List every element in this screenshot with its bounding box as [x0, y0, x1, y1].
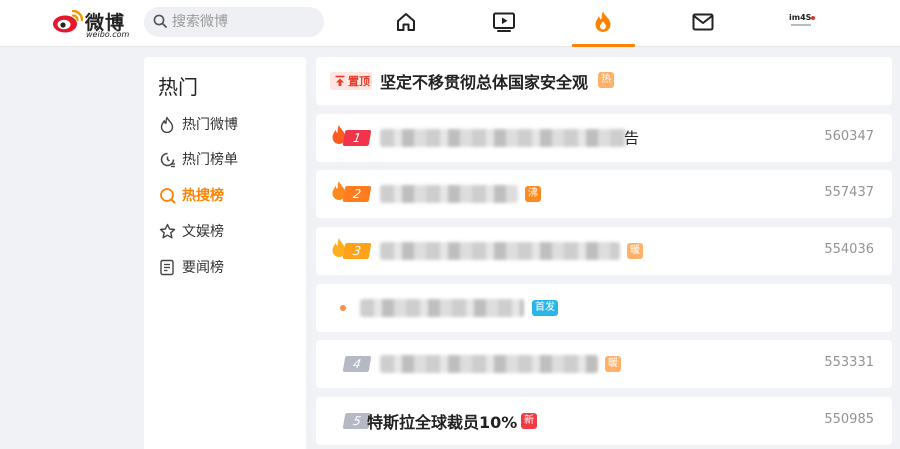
topic-title: 告 — [624, 129, 640, 147]
search-count: 557437 — [824, 185, 874, 200]
boiling-badge: 沸 — [525, 186, 541, 202]
hot-badge: 热 — [598, 72, 614, 88]
search-count: 553331 — [824, 355, 874, 370]
sidebar-item-label: 文娱榜 — [182, 224, 224, 240]
sidebar-item-label: 热门榜单 — [182, 152, 238, 168]
first-release-badge: 首发 — [532, 300, 558, 316]
rank-label: 3 — [330, 238, 372, 260]
user-avatar[interactable]: im4S — [789, 13, 815, 29]
bullet-dot — [340, 305, 346, 311]
sidebar-item-hot-list[interactable]: 热门榜单 — [158, 147, 298, 171]
flame-outline-icon — [158, 115, 176, 133]
topic-title: 坚定不移贯彻总体国家安全观 — [380, 73, 589, 92]
blurred-title — [380, 242, 620, 260]
active-tab-indicator — [572, 44, 635, 47]
search-count: 560347 — [824, 129, 874, 144]
rank-number: 1 — [342, 130, 372, 146]
weibo-eye-icon — [53, 9, 84, 33]
news-icon — [158, 258, 176, 276]
search-count: 554036 — [824, 242, 874, 257]
warm-badge: 暖 — [605, 356, 621, 372]
search-circle-icon — [158, 186, 176, 204]
weibo-logo[interactable]: 微博 weibo.com — [52, 7, 134, 39]
sidebar-item-label: 要闻榜 — [182, 260, 224, 276]
nav-hot-flame-icon[interactable] — [590, 9, 616, 35]
search-icon — [153, 14, 167, 28]
avatar-dot — [811, 16, 815, 20]
rank-label: 4 — [330, 355, 372, 373]
nav-video-icon[interactable] — [491, 9, 517, 35]
hot-topic-row[interactable]: 4 暖 553331 — [316, 340, 892, 388]
clock-list-icon — [158, 150, 176, 168]
search-input[interactable] — [172, 12, 317, 32]
brand-domain: weibo.com — [86, 30, 130, 39]
sidebar: 热门 热门微博 热门榜单 热搜榜 文娱榜 要闻榜 — [144, 57, 306, 449]
top-navigation-bar: 微博 weibo.com im4S — [0, 0, 900, 47]
blurred-title — [380, 129, 628, 147]
nav-mail-icon[interactable] — [690, 9, 716, 35]
hot-topic-row[interactable]: 2 沸 557437 — [316, 170, 892, 218]
sidebar-item-hot-weibo[interactable]: 热门微博 — [158, 112, 298, 136]
nav-home-icon[interactable] — [393, 9, 419, 35]
blurred-title — [380, 355, 598, 373]
rank-number: 4 — [342, 356, 372, 372]
avatar-underline — [791, 24, 811, 26]
sidebar-item-label: 热搜榜 — [182, 188, 224, 204]
pinned-hot-topic[interactable]: 置顶 坚定不移贯彻总体国家安全观 热 — [316, 57, 892, 105]
topic-title: 特斯拉全球裁员10% — [367, 413, 518, 432]
hot-topic-row[interactable]: 1 告 560347 — [316, 114, 892, 162]
rank-label: 1 — [330, 125, 372, 147]
sidebar-item-hot-search[interactable]: 热搜榜 — [158, 183, 298, 207]
pinned-tag: 置顶 — [330, 72, 372, 90]
pin-top-icon — [335, 75, 345, 86]
pinned-tag-label: 置顶 — [348, 75, 370, 88]
warm-badge: 暖 — [627, 243, 643, 259]
new-badge: 新 — [521, 413, 537, 429]
sidebar-item-entertainment[interactable]: 文娱榜 — [158, 219, 298, 243]
avatar-text: im4S — [789, 13, 812, 22]
rank-number: 3 — [342, 243, 372, 259]
rank-number: 2 — [342, 186, 372, 202]
hot-topic-row[interactable]: 3 暖 554036 — [316, 227, 892, 275]
blurred-title — [380, 185, 518, 203]
hot-topic-row-promoted[interactable]: 首发 — [316, 284, 892, 332]
search-count: 550985 — [824, 412, 874, 427]
search-box[interactable] — [144, 7, 324, 37]
sidebar-item-label: 热门微博 — [182, 117, 238, 133]
rank-label: 5 — [330, 412, 372, 430]
sidebar-title: 热门 — [158, 75, 198, 99]
blurred-title — [360, 299, 524, 317]
star-icon — [158, 222, 176, 240]
hot-topic-row[interactable]: 5 特斯拉全球裁员10% 新 550985 — [316, 397, 892, 445]
sidebar-item-news[interactable]: 要闻榜 — [158, 255, 298, 279]
rank-label: 2 — [330, 181, 372, 203]
